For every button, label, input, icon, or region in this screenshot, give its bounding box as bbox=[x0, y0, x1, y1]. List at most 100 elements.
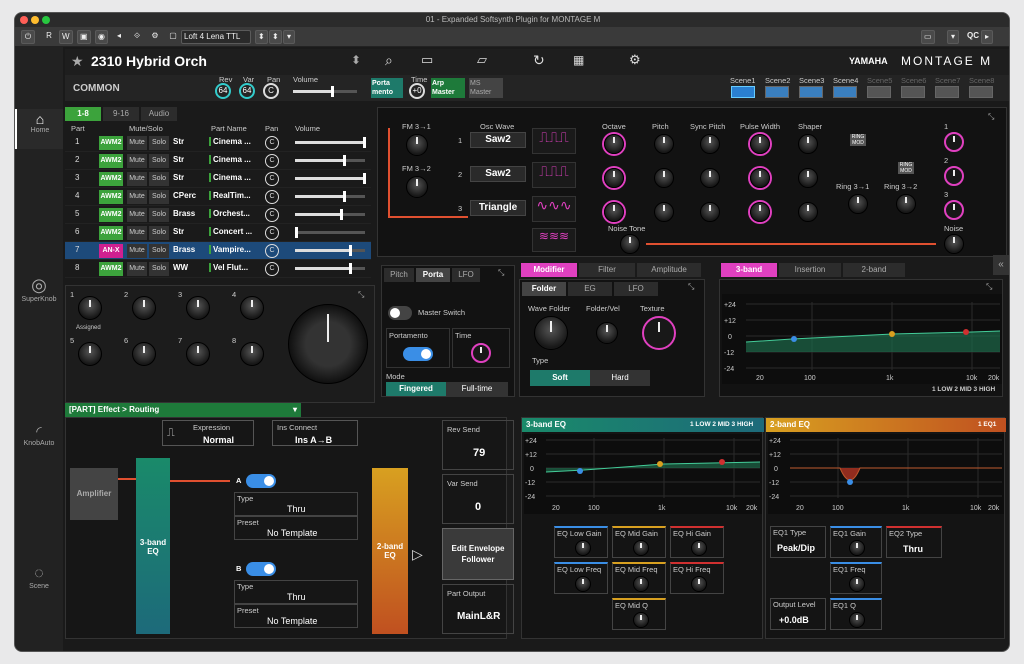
tab-mod-lfo[interactable]: LFO bbox=[614, 282, 658, 296]
part-pan-knob[interactable]: C bbox=[265, 172, 279, 186]
ring32-knob[interactable] bbox=[896, 194, 916, 214]
part-name[interactable]: Cinema ... bbox=[209, 155, 251, 164]
solo-button[interactable]: Solo bbox=[149, 172, 169, 186]
read-button[interactable]: R bbox=[43, 30, 55, 44]
lock-icon[interactable]: ▢ bbox=[167, 30, 179, 44]
fm31-knob[interactable] bbox=[406, 134, 428, 156]
tab-filter[interactable]: Filter bbox=[579, 263, 635, 277]
mute-button[interactable]: Mute bbox=[127, 136, 147, 150]
part-volume-slider[interactable] bbox=[295, 191, 365, 202]
assign-knob-4[interactable] bbox=[240, 296, 264, 320]
osc3-param-knob[interactable] bbox=[798, 202, 818, 222]
rev-send-box[interactable]: Rev Send 79 bbox=[442, 420, 514, 470]
eq3-param-control[interactable]: EQ Low Gain bbox=[554, 526, 608, 558]
eq1-freq-control[interactable]: EQ1 Freq bbox=[830, 562, 882, 594]
eq3-low-point[interactable] bbox=[577, 468, 583, 474]
scene-button-7[interactable] bbox=[935, 86, 959, 98]
osc2-wave-dropdown[interactable]: Saw2 bbox=[470, 166, 526, 182]
part-row[interactable]: 7 AN-X Mute Solo Brass Vampire... C bbox=[65, 242, 371, 260]
part-row[interactable]: 2 AWM2 Mute Solo Str Cinema ... C bbox=[65, 152, 371, 170]
common-volume-slider[interactable] bbox=[293, 86, 357, 97]
preset-stepper-icon[interactable]: ⬍ bbox=[269, 30, 282, 44]
settings-icon[interactable]: ⚙ bbox=[149, 30, 161, 44]
fingered-button[interactable]: Fingered bbox=[386, 382, 446, 396]
resize-icon[interactable]: ▸ bbox=[981, 30, 993, 44]
sidebar-item-scene[interactable]: ◌ Scene bbox=[15, 565, 63, 590]
solo-button[interactable]: Solo bbox=[149, 136, 169, 150]
part-pan-knob[interactable]: C bbox=[265, 136, 279, 150]
solo-button[interactable]: Solo bbox=[149, 154, 169, 168]
minimize-window-button[interactable] bbox=[31, 16, 39, 24]
program-stepper-icon[interactable]: ⬍ bbox=[351, 53, 361, 67]
out1-level-knob[interactable] bbox=[944, 132, 964, 152]
master-switch-toggle[interactable] bbox=[388, 306, 412, 320]
osc2-param-knob[interactable] bbox=[750, 168, 770, 188]
device-icon[interactable]: ▭ bbox=[421, 52, 433, 68]
mute-button[interactable]: Mute bbox=[127, 244, 147, 258]
volume-thumb[interactable] bbox=[348, 263, 352, 274]
volume-thumb[interactable] bbox=[343, 155, 346, 166]
eq3-param-control[interactable]: EQ Mid Q bbox=[612, 598, 666, 630]
wave-folder-knob[interactable] bbox=[534, 316, 568, 350]
ins-a-type[interactable]: Type Thru bbox=[234, 492, 358, 516]
eq3-param-control[interactable]: EQ Hi Gain bbox=[670, 526, 724, 558]
fulltime-button[interactable]: Full-time bbox=[446, 382, 508, 396]
eq-mid-point[interactable] bbox=[889, 331, 895, 337]
osc1-param-knob[interactable] bbox=[604, 134, 624, 154]
part-pan-knob[interactable]: C bbox=[265, 154, 279, 168]
ins-a-toggle[interactable] bbox=[246, 474, 276, 488]
menu-icon[interactable]: ▾ bbox=[947, 30, 959, 44]
preset-selector[interactable]: Loft 4 Lena TTL bbox=[181, 30, 251, 44]
qc-button[interactable]: QC bbox=[965, 30, 981, 44]
collapse-icon[interactable]: « bbox=[993, 255, 1009, 275]
out2-level-knob[interactable] bbox=[944, 166, 964, 186]
sidebar-item-superknob[interactable]: ◎ SuperKnob bbox=[15, 275, 63, 303]
eq3-param-knob[interactable] bbox=[575, 576, 591, 592]
part-row[interactable]: 1 AWM2 Mute Solo Str Cinema ... C bbox=[65, 134, 371, 152]
part-pan-knob[interactable]: C bbox=[265, 190, 279, 204]
part-row[interactable]: 4 AWM2 Mute Solo CPerc RealTim... C bbox=[65, 188, 371, 206]
folder-vel-knob[interactable] bbox=[596, 322, 618, 344]
scene-button-4[interactable] bbox=[833, 86, 857, 98]
eq1-freq-knob[interactable] bbox=[849, 576, 865, 592]
eq3-param-knob[interactable] bbox=[691, 540, 707, 556]
zoom-window-button[interactable] bbox=[42, 16, 50, 24]
eq1-q-knob[interactable] bbox=[849, 612, 865, 628]
preset-menu-icon[interactable]: ▾ bbox=[283, 30, 295, 44]
tab-amplitude[interactable]: Amplitude bbox=[637, 263, 701, 277]
expand-icon[interactable]: ⤡ bbox=[988, 112, 994, 122]
part-volume-slider[interactable] bbox=[295, 209, 365, 220]
tab-parts-1-8[interactable]: 1-8 bbox=[65, 107, 101, 121]
part-pan-knob[interactable]: C bbox=[265, 244, 279, 258]
tab-porta[interactable]: Porta bbox=[416, 268, 450, 282]
eq3-param-knob[interactable] bbox=[633, 612, 649, 628]
assign-knob-8[interactable] bbox=[240, 342, 264, 366]
mute-button[interactable]: Mute bbox=[127, 172, 147, 186]
portamento-toggle[interactable] bbox=[403, 347, 433, 361]
portamento-button[interactable]: Porta mento bbox=[371, 78, 403, 98]
tab-insertion[interactable]: Insertion bbox=[779, 263, 841, 277]
var-knob[interactable]: 64 bbox=[239, 83, 255, 99]
eq3-param-control[interactable]: EQ Hi Freq bbox=[670, 562, 724, 594]
eq3-mid-point[interactable] bbox=[657, 461, 663, 467]
part-output-box[interactable]: Part Output MainL&R bbox=[442, 584, 514, 634]
part-volume-slider[interactable] bbox=[295, 227, 365, 238]
time-knob[interactable]: +0 bbox=[409, 83, 425, 99]
assign-knob-5[interactable] bbox=[78, 342, 102, 366]
solo-button[interactable]: Solo bbox=[149, 208, 169, 222]
edit-envelope-follower-button[interactable]: Edit Envelope Follower bbox=[442, 528, 514, 580]
assign-knob-7[interactable] bbox=[186, 342, 210, 366]
rev-knob[interactable]: 64 bbox=[215, 83, 231, 99]
fm32-knob[interactable] bbox=[406, 176, 428, 198]
eq3-param-knob[interactable] bbox=[633, 540, 649, 556]
sidebar-item-knobauto[interactable]: ◜ KnobAuto bbox=[15, 423, 63, 447]
ins-b-preset[interactable]: Preset No Template bbox=[234, 604, 358, 628]
eq2-type-dropdown[interactable]: EQ2 Type Thru bbox=[886, 526, 942, 558]
preset-stepper-icon[interactable]: ⬍ bbox=[255, 30, 268, 44]
tab-lfo[interactable]: LFO bbox=[452, 268, 480, 282]
osc1-param-knob[interactable] bbox=[700, 134, 720, 154]
osc2-param-knob[interactable] bbox=[700, 168, 720, 188]
part-name[interactable]: Concert ... bbox=[209, 227, 252, 236]
eq3-param-knob[interactable] bbox=[633, 576, 649, 592]
part-name[interactable]: Cinema ... bbox=[209, 137, 251, 146]
